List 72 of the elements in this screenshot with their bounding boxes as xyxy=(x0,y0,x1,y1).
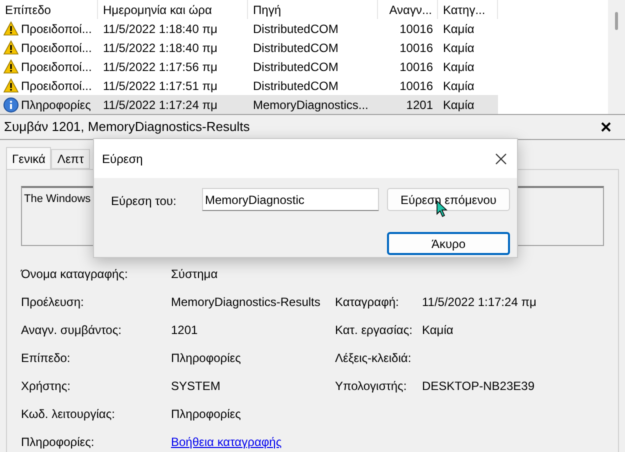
table-cell-text: DistributedCOM xyxy=(253,40,338,56)
field-label: Καταγραφή: xyxy=(335,294,400,311)
field-value: MemoryDiagnostics-Results xyxy=(171,295,320,309)
table-cell-text: 11/5/2022 1:17:24 πμ xyxy=(103,96,218,114)
table-cell-text: 11/5/2022 1:18:40 πμ xyxy=(103,20,218,38)
table-cell-text: 10016 xyxy=(400,20,433,38)
table-cell-text: Προειδοποί... xyxy=(21,58,92,76)
table-cell-text: 11/5/2022 1:18:40 πμ xyxy=(103,40,218,56)
field-label: Κωδ. λειτουργίας: xyxy=(21,406,116,423)
warning-icon xyxy=(3,21,19,36)
field-value: DESKTOP-NB23E39 xyxy=(422,378,534,395)
field-value: Πληροφορίες xyxy=(171,407,241,421)
event-title: Συμβάν 1201, MemoryDiagnostics-Results xyxy=(4,118,250,136)
field-value: Σύστημα xyxy=(171,267,218,281)
column-header[interactable]: Επίπεδο xyxy=(0,0,98,19)
tab[interactable]: Γενικά xyxy=(6,147,52,169)
column-header[interactable]: Πηγή xyxy=(248,0,378,19)
table-cell-text: Καμία xyxy=(443,96,474,114)
field-label: Πληροφορίες: xyxy=(21,434,96,451)
event-row[interactable]: Προειδοποί... 11/5/2022 1:17:56 πμ DistributedCOM 10016 Καμία xyxy=(0,57,498,76)
table-cell-text: Καμία xyxy=(443,40,474,56)
table-cell-text: Πληροφορίες xyxy=(21,96,91,114)
scrollbar[interactable] xyxy=(608,0,625,114)
table-cell-text: Καμία xyxy=(443,78,474,94)
info-icon xyxy=(3,96,19,112)
table-cell-text: 10016 xyxy=(400,78,433,94)
find-label: Εύρεση του: xyxy=(111,193,178,210)
find-field[interactable]: MemoryDiagnostic xyxy=(202,188,379,211)
table-cell-text: Καμία xyxy=(443,58,474,76)
field-value: Καμία xyxy=(422,322,454,339)
table-cell-text: 11/5/2022 1:17:56 πμ xyxy=(103,58,218,76)
dialog-button[interactable]: Εύρεση επόμενου xyxy=(387,188,510,211)
field-value: Πληροφορίες xyxy=(171,351,241,365)
event-row[interactable]: Πληροφορίες 11/5/2022 1:17:24 πμ MemoryDiagnostics... 1201 Καμία xyxy=(0,95,498,114)
field-label: Επίπεδο: xyxy=(21,350,72,367)
event-row[interactable]: Προειδοποί... 11/5/2022 1:18:40 πμ DistributedCOM 10016 Καμία xyxy=(0,38,498,57)
column-header[interactable]: Αναγν... xyxy=(378,0,438,19)
field-label: Προέλευση: xyxy=(21,294,85,311)
table-cell-text: 10016 xyxy=(400,40,433,56)
table-cell-text: Καμία xyxy=(443,20,474,38)
field-label: Υπολογιστής: xyxy=(335,378,408,395)
field-label: Αναγν. συμβάντος: xyxy=(21,322,122,339)
field-value: 1201 xyxy=(171,323,198,337)
dialog-button[interactable]: Άκυρο xyxy=(387,232,510,255)
table-cell-text: Προειδοποί... xyxy=(21,78,92,94)
field-value: 11/5/2022 1:17:24 πμ xyxy=(422,294,536,311)
table-cell-text: 10016 xyxy=(400,58,433,76)
close-icon[interactable] xyxy=(495,152,507,164)
table-cell-text: MemoryDiagnostics... xyxy=(253,96,368,114)
close-icon[interactable] xyxy=(601,122,611,132)
field-label: Χρήστης: xyxy=(21,378,72,395)
warning-icon xyxy=(3,59,19,74)
table-cell-text: 11/5/2022 1:17:51 πμ xyxy=(103,78,218,94)
field-value: SYSTEM xyxy=(171,379,220,393)
table-cell-text: Προειδοποί... xyxy=(21,40,92,56)
table-cell-text: Προειδοποί... xyxy=(21,20,92,38)
dialog-title: Εύρεση xyxy=(102,150,143,168)
warning-icon xyxy=(3,78,19,93)
event-row[interactable]: Προειδοποί... 11/5/2022 1:18:40 πμ DistributedCOM 10016 Καμία xyxy=(0,19,498,38)
column-header[interactable]: Ημερομηνία και ώρα xyxy=(98,0,248,19)
table-cell-text: 1201 xyxy=(406,96,433,114)
table-cell-text: DistributedCOM xyxy=(253,20,338,38)
warning-icon xyxy=(3,40,19,55)
field-label: Λέξεις-κλειδιά: xyxy=(335,350,412,367)
field-label: Κατ. εργασίας: xyxy=(335,322,414,339)
column-header[interactable]: Κατηγ... xyxy=(438,0,498,19)
field-label: Όνομα καταγραφής: xyxy=(21,266,129,283)
table-cell-text: DistributedCOM xyxy=(253,78,338,94)
log-help-link[interactable]: Βοήθεια καταγραφής xyxy=(171,435,282,449)
event-row[interactable]: Προειδοποί... 11/5/2022 1:17:51 πμ DistributedCOM 10016 Καμία xyxy=(0,76,498,95)
tab[interactable]: Λεπτ xyxy=(51,149,90,169)
table-cell-text: DistributedCOM xyxy=(253,58,338,76)
